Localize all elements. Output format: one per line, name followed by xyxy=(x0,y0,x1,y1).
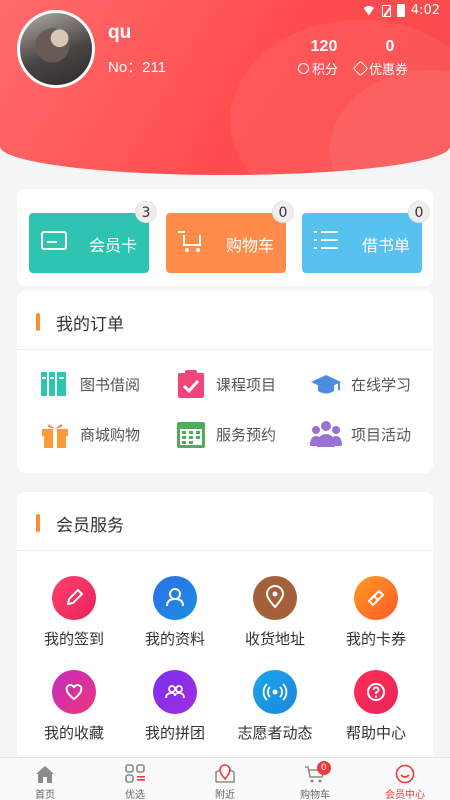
heart-icon xyxy=(52,670,96,714)
service-help-center[interactable]: 帮助中心 xyxy=(326,670,426,743)
graduation-cap-icon xyxy=(310,369,342,399)
tab-label: 会员中心 xyxy=(385,790,425,800)
pen-icon xyxy=(52,576,96,620)
tab-label: 优选 xyxy=(125,790,145,800)
team-icon xyxy=(153,670,197,714)
avatar[interactable] xyxy=(17,10,95,88)
service-label: 我的卡券 xyxy=(345,630,406,648)
order-label: 商城购物 xyxy=(80,425,141,444)
coupons-stat[interactable]: 0 优惠券 xyxy=(352,38,425,78)
broadcast-icon xyxy=(253,670,297,714)
bottom-tab-bar: 首页 优选 附近 0 购物车 会员中心 xyxy=(0,757,450,800)
divider xyxy=(17,550,433,551)
cart-icon xyxy=(178,231,204,253)
user-icon xyxy=(153,576,197,620)
profile-header: 4:02 qu No：211 120 积分 0 优惠券 xyxy=(0,0,450,175)
clipboard-check-icon xyxy=(175,369,207,399)
order-label: 图书借阅 xyxy=(80,375,141,394)
order-mall-shopping[interactable]: 商城购物 xyxy=(39,419,140,449)
services-section-title: 会员服务 xyxy=(36,512,124,536)
order-project-activity[interactable]: 项目活动 xyxy=(310,419,411,449)
tab-label: 购物车 xyxy=(300,790,330,800)
service-my-coupons[interactable]: 我的卡券 xyxy=(326,576,426,649)
username: qu xyxy=(108,22,132,43)
service-label: 志愿者动态 xyxy=(237,724,313,742)
member-number: No：211 xyxy=(108,59,167,76)
points-stat[interactable]: 120 积分 xyxy=(298,38,350,78)
member-icon xyxy=(394,764,416,784)
service-label: 我的签到 xyxy=(43,630,104,648)
books-icon xyxy=(39,369,71,399)
member-card-button[interactable]: 会员卡 3 xyxy=(29,201,157,273)
tab-label: 首页 xyxy=(35,790,55,800)
ticket-icon xyxy=(354,576,398,620)
borrow-list-badge: 0 xyxy=(408,201,430,223)
services-title: 会员服务 xyxy=(56,515,124,536)
divider xyxy=(17,349,433,350)
order-service-booking[interactable]: 服务预约 xyxy=(175,419,276,449)
cart-button[interactable]: 购物车 0 xyxy=(166,201,294,273)
order-label: 服务预约 xyxy=(216,425,277,444)
section-accent-bar xyxy=(36,313,40,331)
medal-icon xyxy=(298,63,309,74)
service-group-buy[interactable]: 我的拼团 xyxy=(125,670,225,743)
member-card-label: 会员卡 xyxy=(89,236,138,255)
tab-member-center[interactable]: 会员中心 xyxy=(360,758,450,800)
home-icon xyxy=(34,764,56,784)
service-label: 我的资料 xyxy=(144,630,205,648)
service-label: 我的收藏 xyxy=(43,724,104,742)
tab-label: 附近 xyxy=(215,790,235,800)
group-icon xyxy=(310,419,342,449)
coupons-label: 优惠券 xyxy=(369,63,409,78)
order-label: 课程项目 xyxy=(216,375,277,394)
order-online-learning[interactable]: 在线学习 xyxy=(310,369,411,399)
location-pin-icon xyxy=(253,576,297,620)
tab-nearby[interactable]: 附近 xyxy=(180,758,270,800)
sim-icon xyxy=(381,4,391,17)
coupon-tag-icon xyxy=(352,60,369,77)
list-icon xyxy=(314,231,338,249)
orders-title: 我的订单 xyxy=(56,314,124,335)
service-my-favorites[interactable]: 我的收藏 xyxy=(24,670,124,743)
battery-icon xyxy=(396,4,405,17)
tab-featured[interactable]: 优选 xyxy=(90,758,180,800)
service-my-profile[interactable]: 我的资料 xyxy=(125,576,225,649)
service-label: 我的拼团 xyxy=(144,724,205,742)
tab-cart[interactable]: 0 购物车 xyxy=(270,758,360,800)
service-label: 帮助中心 xyxy=(345,724,406,742)
service-label: 收货地址 xyxy=(244,630,305,648)
wifi-icon xyxy=(361,5,376,16)
points-label: 积分 xyxy=(312,63,339,78)
tab-cart-badge: 0 xyxy=(316,761,331,775)
gift-icon xyxy=(39,419,71,449)
calendar-icon xyxy=(175,419,207,449)
my-orders-card: 我的订单 图书借阅 课程项目 在线学习 商城购物 服务预约 项目活动 xyxy=(17,291,433,473)
service-shipping-address[interactable]: 收货地址 xyxy=(225,576,325,649)
help-icon xyxy=(354,670,398,714)
map-pin-icon xyxy=(214,764,236,784)
cart-badge: 0 xyxy=(272,201,294,223)
section-accent-bar xyxy=(36,514,40,532)
service-check-in[interactable]: 我的签到 xyxy=(24,576,124,649)
member-card-badge: 3 xyxy=(135,201,157,223)
points-value: 120 xyxy=(310,38,338,55)
quick-actions-card: 会员卡 3 购物车 0 借书单 0 xyxy=(17,189,433,286)
order-course-project[interactable]: 课程项目 xyxy=(175,369,276,399)
cart-label: 购物车 xyxy=(226,236,275,255)
order-book-borrow[interactable]: 图书借阅 xyxy=(39,369,140,399)
service-volunteer-news[interactable]: 志愿者动态 xyxy=(225,670,325,743)
status-time: 4:02 xyxy=(410,3,440,18)
order-label: 在线学习 xyxy=(351,375,412,394)
coupons-value: 0 xyxy=(385,38,395,55)
member-services-card: 会员服务 我的签到 我的资料 收货地址 我的卡券 我的收藏 我的拼团 志愿者动态… xyxy=(17,492,433,760)
tab-home[interactable]: 首页 xyxy=(0,758,90,800)
orders-section-title: 我的订单 xyxy=(36,311,124,335)
order-label: 项目活动 xyxy=(351,425,412,444)
borrow-list-label: 借书单 xyxy=(362,236,411,255)
member-card-icon xyxy=(41,231,67,250)
grid-icon xyxy=(124,764,146,784)
borrow-list-button[interactable]: 借书单 0 xyxy=(302,201,430,273)
